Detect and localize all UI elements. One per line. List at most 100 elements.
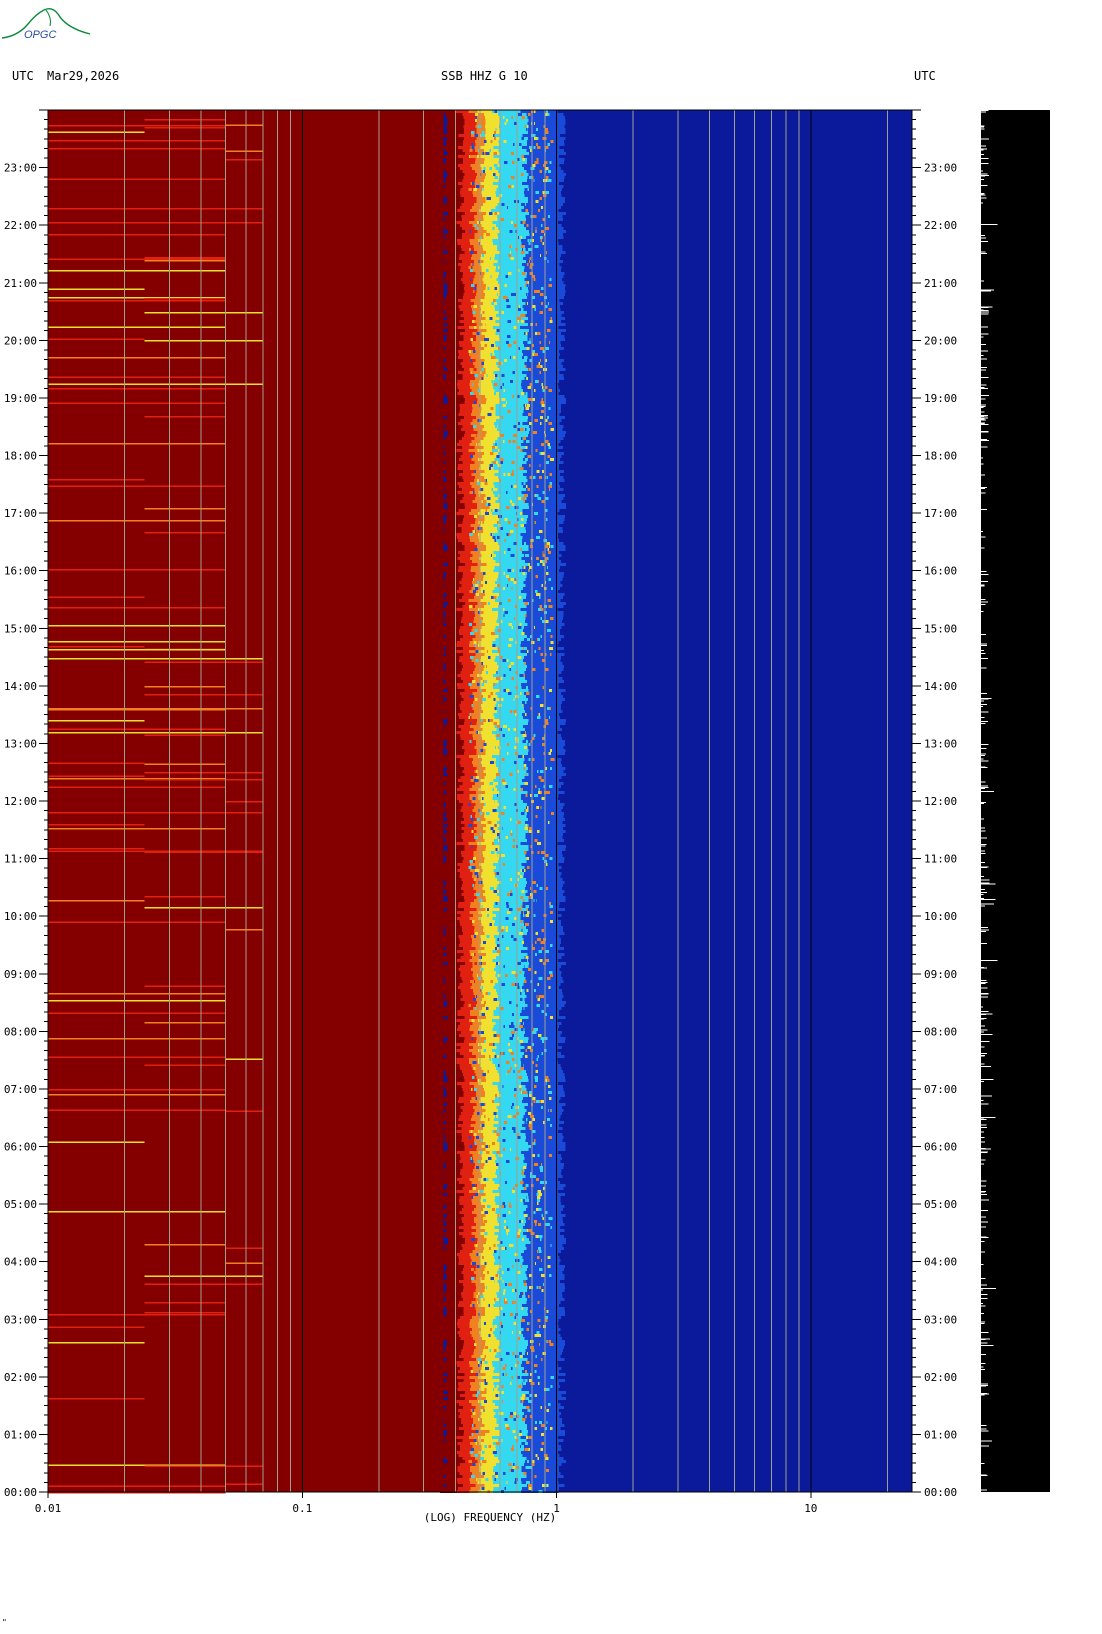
heatmap-speckle: [534, 299, 536, 302]
heatmap-cell: [498, 665, 527, 668]
heatmap-speckle: [535, 227, 537, 230]
heatmap-cell: [494, 1355, 524, 1358]
heatmap-cell: [497, 746, 527, 749]
heatmap-speckle: [513, 1130, 516, 1133]
heatmap-cell: [478, 794, 493, 797]
heatmap-speckle: [549, 1097, 552, 1100]
heatmap-cell: [495, 1196, 524, 1199]
heatmap-speckle: [506, 608, 511, 611]
heatmap-cell: [524, 332, 562, 335]
heatmap-speckle: [548, 407, 551, 410]
heatmap-speckle: [549, 905, 554, 908]
heatmap-cell: [442, 269, 460, 272]
heatmap-speckle: [482, 698, 486, 701]
heatmap-cell: [527, 1073, 565, 1076]
heatmap-cell: [522, 986, 560, 989]
heatmap-cell: [479, 1409, 494, 1412]
heatmap-cell: [462, 575, 475, 578]
heatmap-speckle: [497, 854, 500, 857]
heatmap-speckle: [548, 1154, 553, 1157]
heatmap-cell: [481, 167, 496, 170]
heatmap-speckle: [530, 1373, 532, 1376]
heatmap-cell: [462, 497, 475, 500]
heatmap-cell: [460, 1106, 474, 1109]
heatmap-speckle: [473, 779, 476, 782]
heatmap-cell: [521, 1364, 559, 1367]
heatmap-cell: [439, 1058, 457, 1061]
heatmap-cell: [492, 221, 521, 224]
heatmap-speckle: [495, 569, 500, 572]
heatmap-speckle: [484, 1388, 487, 1391]
heatmap-cell: [483, 281, 498, 284]
heatmap-cell: [485, 848, 500, 851]
heatmap-speckle: [468, 1460, 473, 1463]
heatmap-cell: [459, 1202, 473, 1205]
heatmap-cell: [461, 806, 475, 809]
heatmap-speckle: [485, 269, 489, 272]
heatmap-speckle: [493, 683, 496, 686]
heatmap-cell: [461, 1244, 474, 1247]
heatmap-cell: [462, 815, 475, 818]
heatmap-cell: [481, 206, 496, 209]
heatmap-speckle: [528, 743, 531, 746]
heatmap-cell: [471, 1196, 481, 1199]
heatmap-speckle: [505, 119, 509, 122]
heatmap-cell: [527, 494, 566, 497]
heatmap-cell: [474, 1085, 484, 1088]
heatmap-cell: [461, 992, 474, 995]
heatmap-speckle: [537, 1055, 540, 1058]
heatmap-speckle: [540, 617, 543, 620]
heatmap-cell: [441, 305, 459, 308]
heatmap-speckle: [488, 1055, 491, 1058]
heatmap-cell: [447, 506, 465, 509]
heatmap-cell: [459, 941, 473, 944]
heatmap-cell: [497, 236, 527, 239]
heatmap-cell: [522, 935, 560, 938]
heatmap-speckle: [525, 1370, 528, 1373]
heatmap-speckle: [526, 398, 528, 401]
heatmap-speckle: [545, 857, 549, 860]
heatmap-cell: [483, 617, 498, 620]
heatmap-speckle: [550, 1226, 552, 1229]
heatmap-speckle: [488, 467, 491, 470]
heatmap-cell: [471, 800, 481, 803]
heatmap-speckle: [478, 899, 483, 902]
heatmap-cell: [520, 533, 558, 536]
heatmap-speckle: [521, 137, 524, 140]
heatmap-speckle: [534, 1028, 538, 1031]
heatmap-cell: [442, 1334, 460, 1337]
heatmap-speckle: [532, 1241, 535, 1244]
heatmap-cell: [458, 1370, 471, 1373]
heatmap-cell: [527, 317, 566, 320]
heatmap-cell: [477, 773, 487, 776]
heatmap-speckle: [541, 398, 543, 401]
heatmap-cell: [462, 185, 475, 188]
heatmap-speckle: [486, 1286, 488, 1289]
heatmap-cell: [499, 1040, 528, 1043]
heatmap-speckle: [547, 710, 549, 713]
heatmap-speckle: [525, 1223, 529, 1226]
heatmap-cell: [463, 932, 476, 935]
heatmap-cell: [478, 959, 493, 962]
heatmap-speckle: [476, 290, 480, 293]
heatmap-speckle: [547, 1028, 551, 1031]
heatmap-cell: [473, 728, 483, 731]
heatmap-cell: [464, 122, 477, 125]
heatmap-speckle: [550, 767, 552, 770]
heatmap-cell: [463, 479, 476, 482]
heatmap-speckle: [491, 1217, 493, 1220]
heatmap-speckle: [489, 719, 493, 722]
heatmap-cell: [500, 401, 529, 404]
heatmap-speckle: [536, 668, 539, 671]
heatmap-speckle: [507, 1259, 509, 1262]
heatmap-cell: [460, 1046, 474, 1049]
heatmap-cell: [494, 413, 523, 416]
heatmap-cell: [461, 977, 474, 980]
heatmap-speckle: [507, 659, 509, 662]
heatmap-cell: [484, 860, 499, 863]
heatmap-speckle: [473, 188, 477, 191]
heatmap-speckle: [493, 824, 496, 827]
heatmap-speckle: [537, 842, 542, 845]
heatmap-speckle: [529, 119, 534, 122]
heatmap-speckle: [482, 152, 485, 155]
